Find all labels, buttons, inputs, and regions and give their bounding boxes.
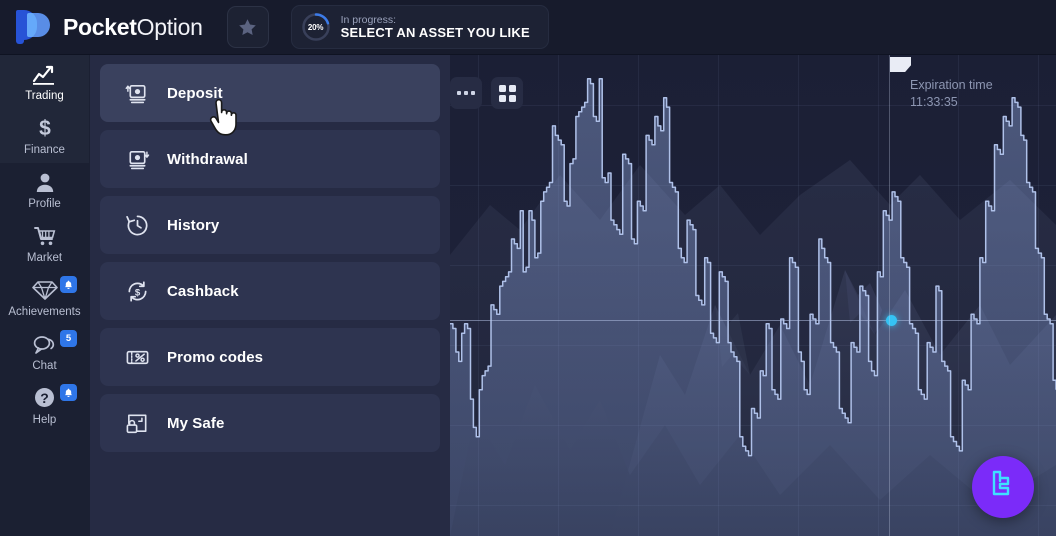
left-sidebar: Trading $ Finance Profile Market Achieve… <box>0 55 90 536</box>
star-icon <box>237 17 258 38</box>
sidebar-label-chat: Chat <box>32 360 57 372</box>
question-icon: ? <box>33 386 56 409</box>
sidebar-item-trading[interactable]: Trading <box>0 55 89 109</box>
menu-item-withdrawal[interactable]: Withdrawal <box>100 130 440 188</box>
cashback-icon: $ <box>124 278 150 304</box>
brand-logo[interactable]: PocketOption <box>16 10 203 44</box>
chat-unread-badge: 5 <box>60 330 77 347</box>
task-status-label: In progress: <box>340 13 397 26</box>
menu-label-my-safe: My Safe <box>167 414 225 432</box>
diamond-icon <box>31 278 58 301</box>
trading-chart-area[interactable]: Expiration time 11:33:35 <box>450 55 1056 536</box>
sidebar-label-trading: Trading <box>25 90 64 102</box>
sidebar-item-profile[interactable]: Profile <box>0 163 89 217</box>
dollar-icon: $ <box>35 116 55 139</box>
menu-item-cashback[interactable]: $ Cashback <box>100 262 440 320</box>
ellipsis-icon <box>457 91 475 95</box>
grid-four-icon <box>498 84 516 102</box>
brand-name-bold: Pocket <box>63 13 137 40</box>
sidebar-group-secondary: Profile Market Achievements 5 Chat ? Hel… <box>0 163 89 433</box>
sidebar-group-primary: Trading $ Finance <box>0 55 89 163</box>
sidebar-label-help: Help <box>32 414 57 426</box>
price-area-series <box>450 78 1056 536</box>
menu-item-history[interactable]: History <box>100 196 440 254</box>
safe-icon <box>124 410 150 436</box>
brand-name: PocketOption <box>63 14 203 41</box>
favorites-button[interactable] <box>226 6 269 48</box>
current-price-marker <box>886 315 897 326</box>
sidebar-label-market: Market <box>26 252 63 264</box>
finance-menu-panel: Deposit Withdrawal History $ Cashback Pr… <box>90 55 450 536</box>
progress-ring: 20% <box>301 12 331 42</box>
task-progress-chip[interactable]: 20% In progress: SELECT AN ASSET YOU LIK… <box>290 5 549 49</box>
task-text: In progress: SELECT AN ASSET YOU LIKE <box>341 14 530 41</box>
brand-name-light: Option <box>136 13 203 40</box>
svg-text:$: $ <box>39 117 51 139</box>
pocket-option-app: PocketOption 20% In progress: SELECT AN … <box>0 0 1056 536</box>
sidebar-item-help[interactable]: ? Help <box>0 379 89 433</box>
logo-c-icon <box>985 466 1021 509</box>
top-bar: PocketOption 20% In progress: SELECT AN … <box>0 0 1056 55</box>
menu-item-my-safe[interactable]: My Safe <box>100 394 440 452</box>
sidebar-item-chat[interactable]: 5 Chat <box>0 325 89 379</box>
achievements-notification-badge <box>60 276 77 293</box>
chart-line-icon <box>32 62 58 85</box>
support-chat-button[interactable] <box>972 456 1034 518</box>
cart-icon <box>33 224 57 247</box>
menu-item-promo-codes[interactable]: Promo codes <box>100 328 440 386</box>
sidebar-label-finance: Finance <box>24 144 65 156</box>
chart-toolbar <box>450 77 523 109</box>
menu-label-withdrawal: Withdrawal <box>167 150 248 168</box>
menu-label-promo-codes: Promo codes <box>167 348 264 366</box>
menu-label-deposit: Deposit <box>167 84 223 102</box>
sidebar-label-profile: Profile <box>28 198 61 210</box>
expiration-title: Expiration time <box>910 78 993 92</box>
promo-icon <box>124 344 150 370</box>
sidebar-label-achievements: Achievements <box>8 306 81 318</box>
pocket-option-logo-icon <box>16 10 52 44</box>
menu-label-promo-cashback: Cashback <box>167 282 239 300</box>
progress-percent: 20% <box>307 22 324 32</box>
current-price-line <box>450 320 1056 321</box>
history-icon <box>124 212 150 238</box>
menu-item-deposit[interactable]: Deposit <box>100 64 440 122</box>
expiration-time-value: 11:33:35 <box>910 94 958 109</box>
svg-text:?: ? <box>40 390 49 406</box>
withdrawal-icon <box>124 146 150 172</box>
menu-label-history: History <box>167 216 220 234</box>
sidebar-item-finance[interactable]: $ Finance <box>0 109 89 163</box>
deposit-icon <box>124 80 150 106</box>
sidebar-item-market[interactable]: Market <box>0 217 89 271</box>
expiration-info: Expiration time 11:33:35 <box>910 77 993 111</box>
sidebar-item-achievements[interactable]: Achievements <box>0 271 89 325</box>
chat-icon <box>32 332 58 355</box>
task-title: SELECT AN ASSET YOU LIKE <box>340 24 530 40</box>
more-options-button[interactable] <box>450 77 482 109</box>
layout-grid-button[interactable] <box>491 77 523 109</box>
user-icon <box>34 170 56 193</box>
expiration-line <box>889 55 890 536</box>
svg-text:$: $ <box>134 287 140 298</box>
help-notification-badge <box>60 384 77 401</box>
